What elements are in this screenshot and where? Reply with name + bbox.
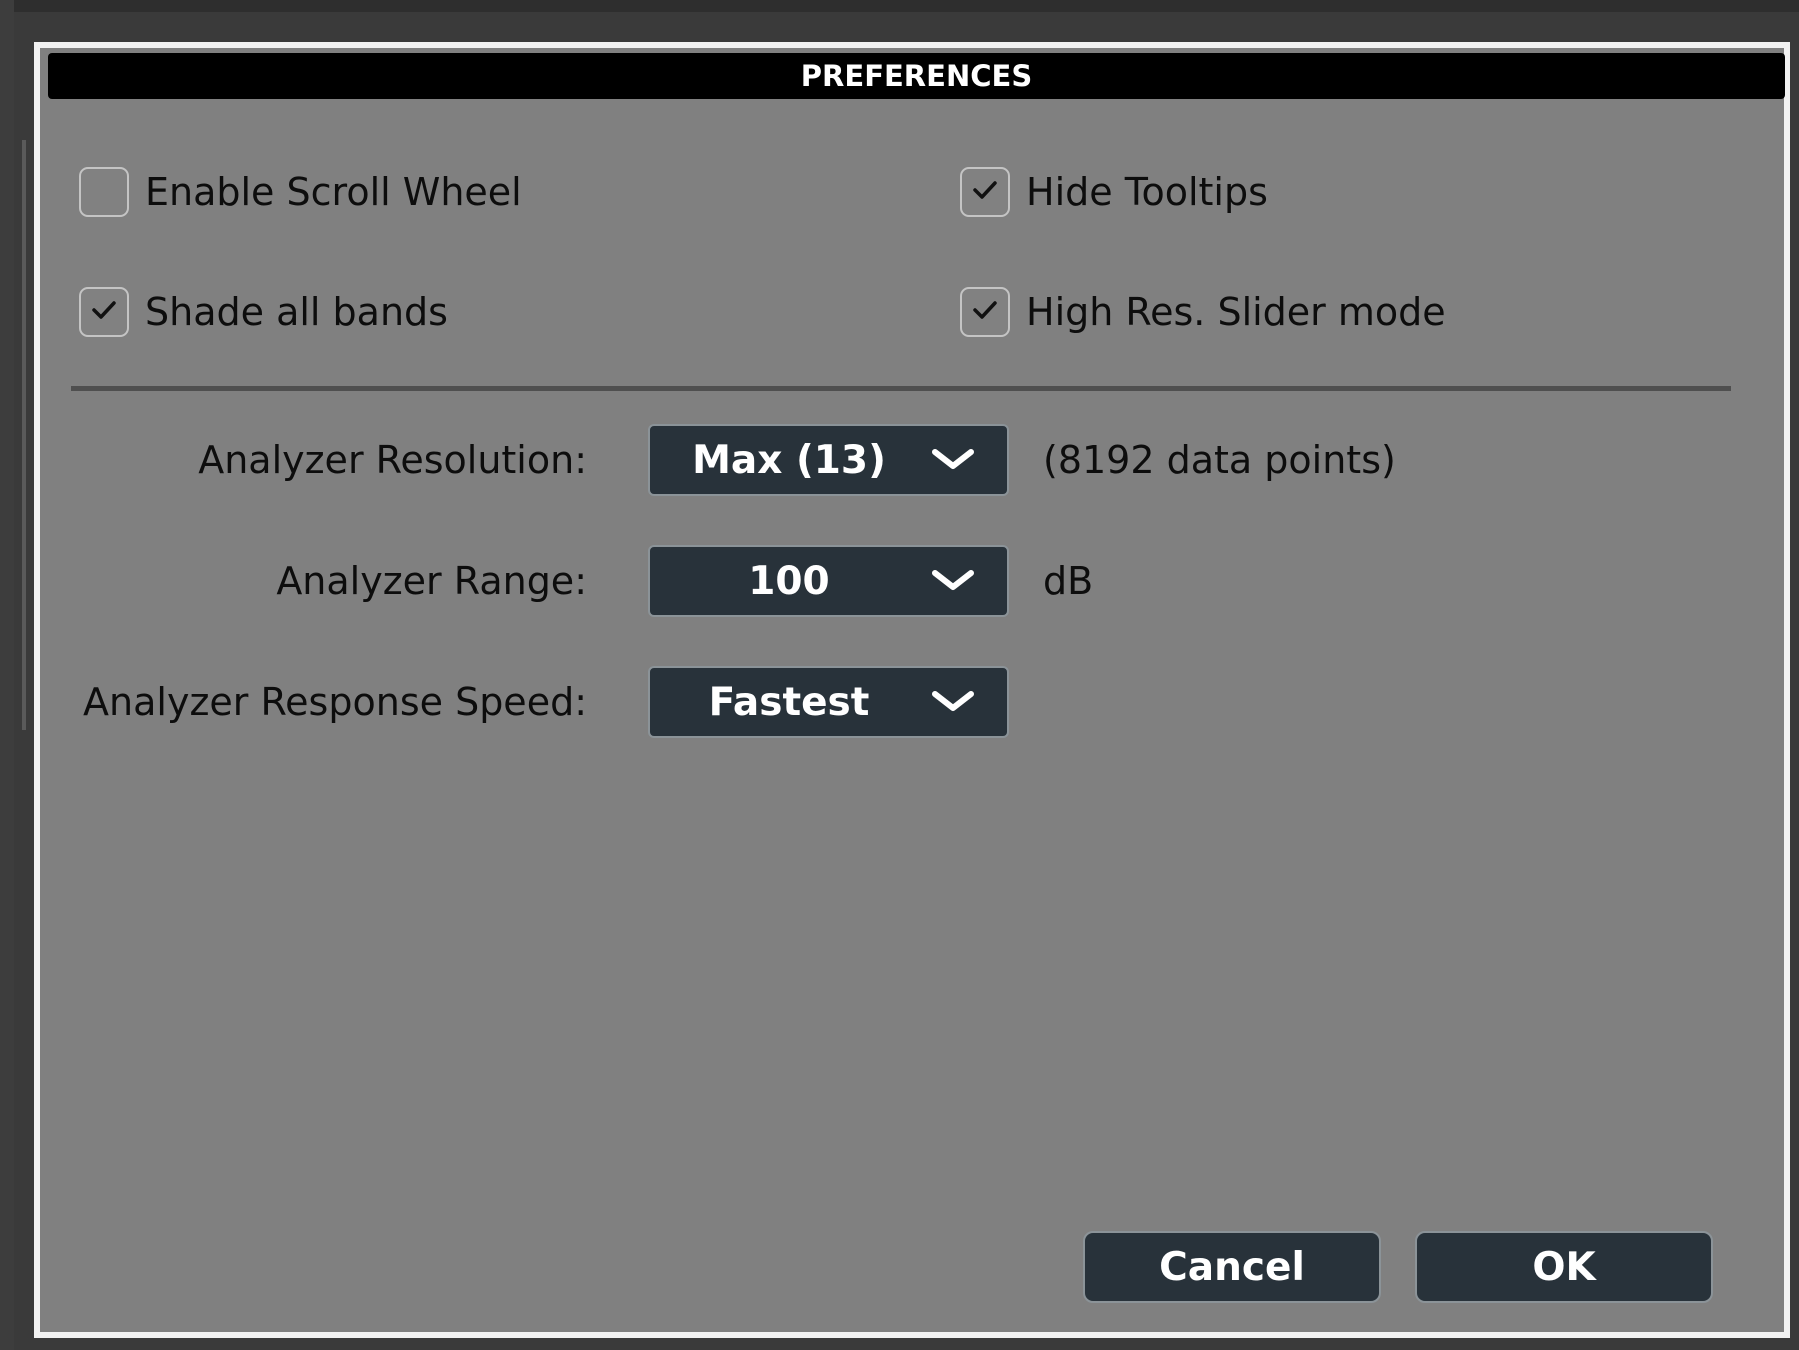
cancel-button[interactable]: Cancel: [1083, 1231, 1381, 1303]
hide-tooltips-checkbox[interactable]: [960, 167, 1010, 217]
dropdown-value: Fastest: [708, 679, 870, 725]
analyzer-range-dropdown[interactable]: 100: [648, 545, 1009, 617]
checkmark-icon: [972, 298, 998, 326]
checkbox-row-shade-all-bands[interactable]: Shade all bands: [79, 285, 448, 339]
host-window-strip: [0, 0, 1799, 12]
dropdown-value: 100: [748, 558, 830, 604]
checkmark-icon: [91, 298, 117, 326]
analyzer-response-speed-dropdown[interactable]: Fastest: [648, 666, 1009, 738]
shade-all-bands-checkbox[interactable]: [79, 287, 129, 337]
analyzer-resolution-suffix: (8192 data points): [1043, 438, 1396, 482]
analyzer-response-speed-label: Analyzer Response Speed:: [83, 680, 587, 724]
analyzer-resolution-dropdown[interactable]: Max (13): [648, 424, 1009, 496]
ok-button[interactable]: OK: [1415, 1231, 1713, 1303]
chevron-down-icon: [932, 449, 974, 469]
analyzer-resolution-label: Analyzer Resolution:: [198, 438, 587, 482]
high-res-slider-mode-checkbox[interactable]: [960, 287, 1010, 337]
analyzer-range-label: Analyzer Range:: [276, 559, 587, 603]
checkbox-label: Hide Tooltips: [1026, 170, 1268, 214]
dropdown-value: Max (13): [692, 437, 886, 483]
host-window-edge: [0, 0, 14, 1350]
analyzer-range-unit: dB: [1043, 559, 1094, 603]
host-scrollbar-track: [22, 140, 26, 730]
chevron-down-icon: [932, 691, 974, 711]
checkbox-row-high-res-slider-mode[interactable]: High Res. Slider mode: [960, 285, 1446, 339]
checkbox-label: Enable Scroll Wheel: [145, 170, 522, 214]
checkmark-icon: [972, 178, 998, 206]
section-divider: [71, 386, 1731, 391]
checkbox-label: High Res. Slider mode: [1026, 290, 1446, 334]
checkbox-row-enable-scroll-wheel[interactable]: Enable Scroll Wheel: [79, 165, 522, 219]
checkbox-label: Shade all bands: [145, 290, 448, 334]
checkbox-row-hide-tooltips[interactable]: Hide Tooltips: [960, 165, 1268, 219]
chevron-down-icon: [932, 570, 974, 590]
enable-scroll-wheel-checkbox[interactable]: [79, 167, 129, 217]
dialog-title: PREFERENCES: [48, 53, 1785, 99]
